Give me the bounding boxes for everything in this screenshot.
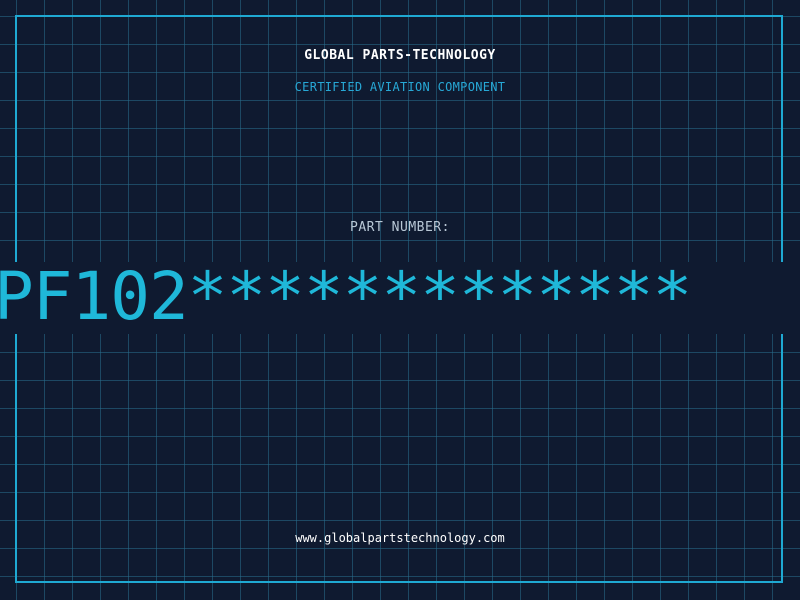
- part-number-value: PF102*************: [0, 262, 692, 334]
- company-name: GLOBAL PARTS-TECHNOLOGY: [304, 48, 496, 63]
- part-number-label: PART NUMBER:: [350, 220, 450, 235]
- part-number-band: PF102*************: [0, 262, 800, 334]
- website-url: www.globalpartstechnology.com: [295, 531, 505, 545]
- plate-background: { "header": { "company": "GLOBAL PARTS-T…: [0, 0, 800, 600]
- certification-tagline: CERTIFIED AVIATION COMPONENT: [294, 80, 506, 94]
